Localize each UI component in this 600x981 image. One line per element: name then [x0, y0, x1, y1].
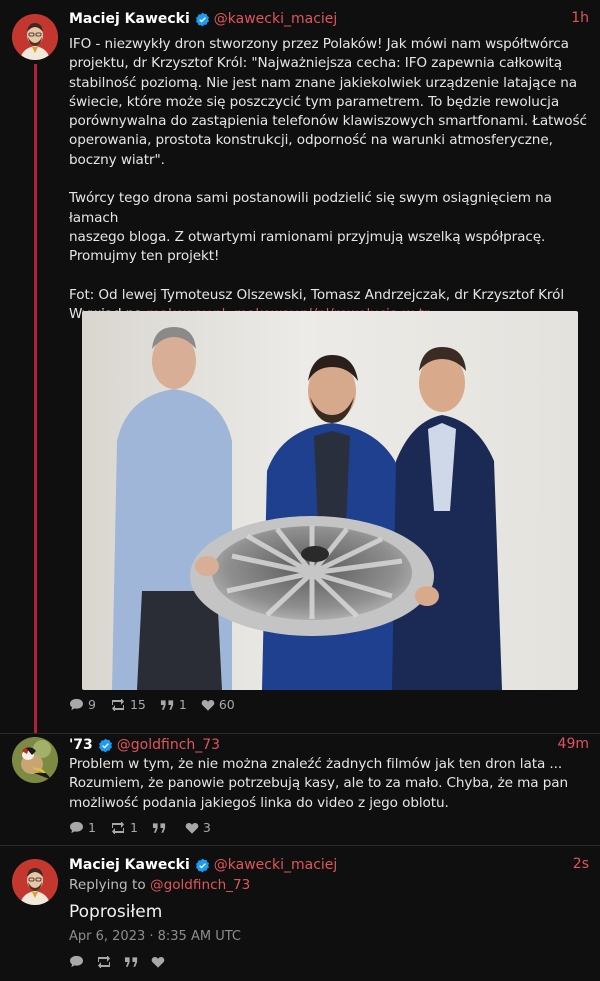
- reply-icon: [70, 955, 83, 968]
- avatar[interactable]: [12, 14, 58, 60]
- author-handle[interactable]: @goldfinch_73: [117, 737, 220, 753]
- author-name[interactable]: Maciej Kawecki: [69, 11, 190, 27]
- post-body: Poprosiłem: [69, 902, 163, 922]
- quote-stat[interactable]: [152, 822, 171, 834]
- like-icon: [151, 956, 165, 968]
- post-header: Maciej Kawecki @kawecki_maciej: [69, 8, 337, 30]
- repost-count: 1: [129, 820, 138, 835]
- repost-stat[interactable]: [96, 955, 112, 968]
- post-stats: 1 1 3: [69, 820, 211, 835]
- author-name[interactable]: Maciej Kawecki: [69, 857, 190, 873]
- reply-icon: [70, 698, 83, 711]
- reply-count: 1: [88, 820, 96, 835]
- repost-stat[interactable]: 1: [110, 820, 138, 835]
- post-time[interactable]: 1h: [571, 10, 589, 26]
- verified-icon: [98, 738, 113, 753]
- quote-icon: [124, 956, 138, 967]
- like-icon: [201, 699, 215, 711]
- post-main: Maciej Kawecki @kawecki_maciej 1h IFO - …: [0, 0, 600, 733]
- like-stat[interactable]: 60: [201, 697, 235, 712]
- like-stat[interactable]: 3: [185, 820, 211, 835]
- reply-count: 9: [88, 697, 96, 712]
- post-body: IFO - niezwykły dron stworzony przez Pol…: [69, 35, 589, 324]
- author-name[interactable]: '73: [69, 737, 93, 753]
- photo-image: [112, 327, 502, 690]
- replying-handle-link[interactable]: @goldfinch_73: [150, 877, 250, 893]
- quote-stat[interactable]: [124, 956, 139, 968]
- quote-icon: [152, 822, 166, 833]
- like-count: 3: [202, 820, 211, 835]
- post-reply: '73 @goldfinch_73 49m Problem w tym, że …: [0, 734, 600, 842]
- replying-prefix: Replying to: [69, 877, 150, 893]
- author-handle[interactable]: @kawecki_maciej: [214, 857, 338, 873]
- repost-icon: [111, 821, 124, 834]
- post-body: Problem w tym, że nie można znaleźć żadn…: [69, 756, 568, 811]
- post-stats: [69, 955, 165, 968]
- repost-count: 15: [129, 697, 146, 712]
- author-handle[interactable]: @kawecki_maciej: [214, 11, 338, 27]
- repost-icon: [111, 698, 124, 711]
- reply-stat[interactable]: 9: [69, 697, 96, 712]
- quote-icon: [160, 699, 173, 710]
- post-focused-reply: Maciej Kawecki @kawecki_maciej 2s Replyi…: [0, 846, 600, 981]
- like-count: 60: [218, 697, 235, 712]
- verified-icon: [195, 858, 210, 873]
- post-header: '73 @goldfinch_73: [69, 734, 220, 756]
- post-photo[interactable]: [82, 311, 578, 690]
- avatar[interactable]: [12, 859, 58, 905]
- post-time[interactable]: 49m: [558, 736, 589, 752]
- post-stats: 9 15 1 60: [69, 697, 235, 712]
- repost-stat[interactable]: 15: [110, 697, 146, 712]
- quote-stat[interactable]: 1: [160, 697, 187, 712]
- reply-stat[interactable]: 1: [69, 820, 96, 835]
- replying-to: Replying to @goldfinch_73: [69, 877, 250, 893]
- post-time[interactable]: 2s: [573, 856, 589, 872]
- verified-icon: [195, 12, 210, 27]
- post-date[interactable]: Apr 6, 2023 · 8:35 AM UTC: [69, 929, 241, 944]
- post-body-text: IFO - niezwykły dron stworzony przez Pol…: [69, 36, 587, 303]
- avatar[interactable]: [12, 737, 58, 783]
- like-icon: [185, 822, 199, 834]
- reply-stat[interactable]: [69, 955, 84, 968]
- repost-icon: [98, 955, 110, 968]
- reply-icon: [70, 821, 83, 834]
- like-stat[interactable]: [151, 956, 165, 968]
- post-header: Maciej Kawecki @kawecki_maciej: [69, 854, 337, 876]
- quote-count: 1: [178, 697, 187, 712]
